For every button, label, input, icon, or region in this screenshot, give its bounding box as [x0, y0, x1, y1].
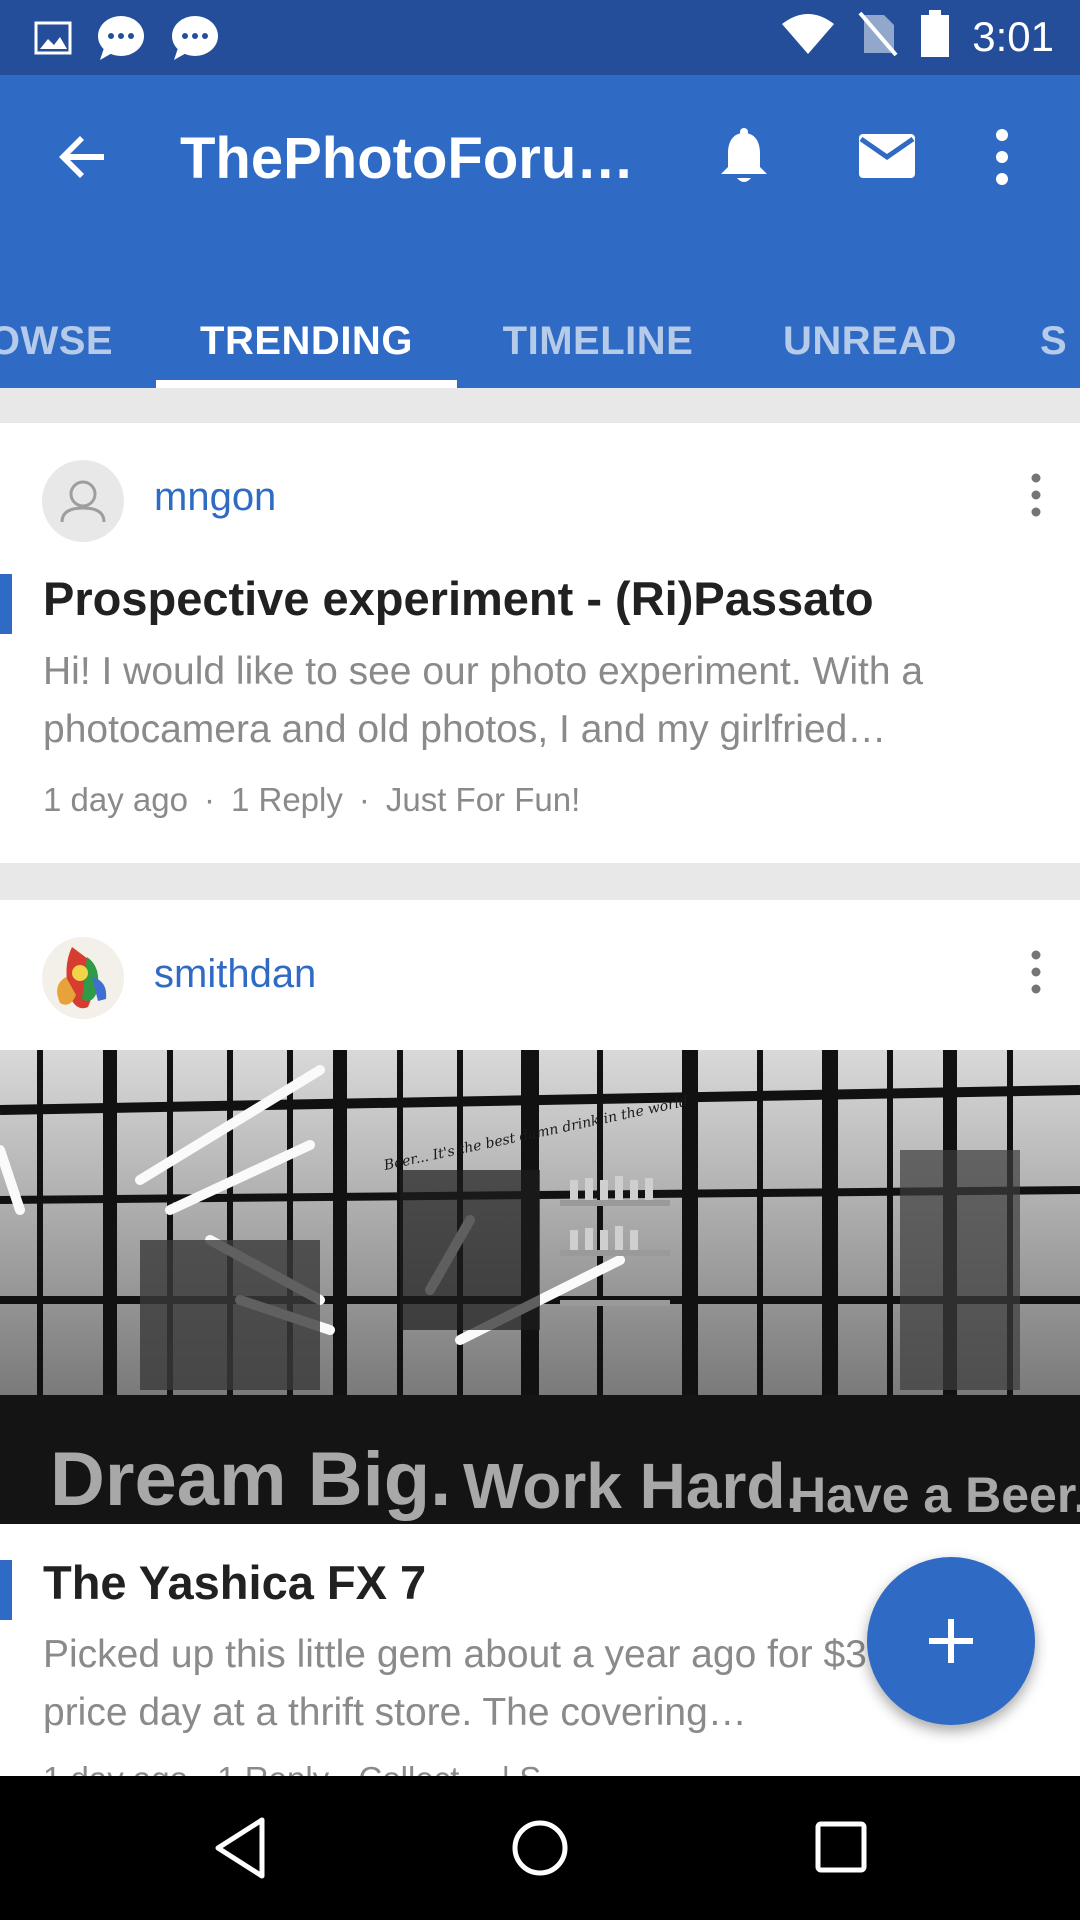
battery-icon [920, 10, 950, 63]
no-sim-icon [858, 11, 898, 62]
chat-bubble-icon [170, 14, 220, 67]
recents-nav-icon[interactable] [815, 1821, 867, 1878]
plus-icon [929, 1619, 973, 1663]
image-sign-text-2: Work Hard. [463, 1450, 803, 1522]
post-excerpt: Hi! I would like to see our photo experi… [43, 650, 924, 751]
system-nav-bar [0, 1776, 1080, 1920]
tab-timeline[interactable]: TIMELINE [493, 295, 703, 388]
avatar[interactable] [42, 937, 124, 1019]
post-title[interactable]: The Yashica FX 7 [43, 1555, 426, 1610]
post-image[interactable]: Beer... It's the best damn drink in the … [0, 1050, 1080, 1524]
default-user-icon [60, 480, 106, 523]
avatar[interactable] [42, 460, 124, 542]
tab-bar: OWSE TRENDING TIMELINE UNREAD S [0, 295, 1080, 388]
wifi-icon [780, 12, 836, 61]
post-title[interactable]: Prospective experiment - (Ri)Passato [43, 571, 874, 626]
tab-unread[interactable]: UNREAD [775, 295, 965, 388]
mail-icon[interactable] [858, 133, 916, 184]
new-post-button[interactable] [867, 1557, 1035, 1725]
post-meta: 1 day ago · 1 Reply · Collect… | S… [43, 1760, 574, 1776]
post-excerpt: Picked up this little gem about a year a… [43, 1633, 995, 1734]
reply-count: 1 Reply [230, 781, 343, 818]
tab-indicator [156, 380, 457, 388]
post-time: 1 day ago [43, 781, 188, 818]
page-title: ThePhotoForum… [180, 126, 660, 191]
forum-name[interactable]: Just For Fun! [386, 781, 580, 818]
username[interactable]: smithdan [154, 952, 316, 997]
post-meta: 1 day ago · 1 Reply · Just For Fun! [43, 781, 581, 818]
status-bar: 3:01 [0, 0, 1080, 75]
flowers-avatar-image [42, 937, 124, 1019]
image-sign-text-3: Have a Beer. [790, 1467, 1080, 1523]
more-vert-icon[interactable] [1030, 473, 1042, 522]
image-icon [34, 21, 72, 60]
accent-bar [0, 574, 12, 634]
back-nav-icon[interactable] [212, 1816, 268, 1885]
status-time: 3:01 [972, 12, 1054, 60]
image-sign-text-1: Dream Big. [50, 1437, 451, 1522]
accent-bar [0, 1560, 12, 1620]
username[interactable]: mngon [154, 475, 276, 520]
tab-trending[interactable]: TRENDING [156, 295, 457, 388]
more-vert-icon[interactable] [1030, 950, 1042, 999]
chat-bubble-icon [96, 14, 146, 67]
bell-icon[interactable] [716, 127, 772, 192]
more-vert-icon[interactable] [994, 127, 1010, 192]
tab-partial[interactable]: S [1040, 295, 1080, 388]
app-bar: ThePhotoForum… OWSE TRENDING TIMELINE UN… [0, 75, 1080, 388]
tab-browse[interactable]: OWSE [0, 295, 126, 388]
back-arrow-icon[interactable] [54, 127, 114, 187]
post-card[interactable]: mngon Prospective experiment - (Ri)Passa… [0, 423, 1080, 863]
home-nav-icon[interactable] [511, 1819, 569, 1882]
